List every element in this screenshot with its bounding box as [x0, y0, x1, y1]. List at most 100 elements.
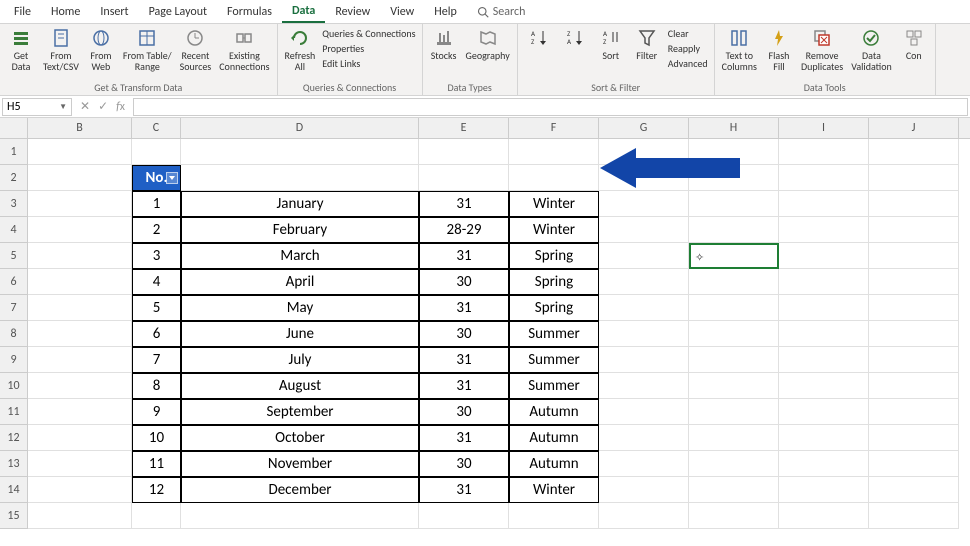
ribbon-btn-text-to-columns[interactable]: Text toColumns — [719, 26, 760, 74]
row-header-6[interactable]: 6 — [0, 269, 27, 295]
col-header-H[interactable]: H — [689, 118, 779, 138]
cell-I8[interactable] — [779, 321, 869, 347]
cell-J11[interactable] — [869, 399, 959, 425]
menu-formulas[interactable]: Formulas — [217, 2, 282, 22]
cancel-icon[interactable]: ✕ — [80, 99, 90, 114]
table-cell[interactable]: 10 — [132, 425, 181, 451]
table-cell[interactable]: 3 — [132, 243, 181, 269]
cell-D1[interactable] — [181, 139, 419, 165]
ribbon-mini-clear[interactable]: Clear — [666, 26, 710, 41]
table-cell[interactable]: January — [181, 191, 419, 217]
cell-H13[interactable] — [689, 451, 779, 477]
cell-I7[interactable] — [779, 295, 869, 321]
cell-J5[interactable] — [869, 243, 959, 269]
cell-B2[interactable] — [28, 165, 132, 191]
cell-I12[interactable] — [779, 425, 869, 451]
row-header-13[interactable]: 13 — [0, 451, 27, 477]
cell-G14[interactable] — [599, 477, 689, 503]
fx-icon[interactable]: fx — [116, 100, 125, 114]
filter-dropdown-icon[interactable] — [166, 172, 178, 184]
cell-H14[interactable] — [689, 477, 779, 503]
ribbon-btn-sort-za[interactable]: ZA — [558, 26, 592, 52]
menu-page-layout[interactable]: Page Layout — [139, 2, 217, 22]
table-cell[interactable]: 11 — [132, 451, 181, 477]
ribbon-btn-geography[interactable]: Geography — [463, 26, 513, 63]
table-cell[interactable]: July — [181, 347, 419, 373]
cell-G5[interactable] — [599, 243, 689, 269]
ribbon-btn-sort[interactable]: AZSort — [594, 26, 628, 63]
table-cell[interactable]: December — [181, 477, 419, 503]
table-cell[interactable]: October — [181, 425, 419, 451]
table-cell[interactable]: Summer — [509, 321, 599, 347]
cell-J2[interactable] — [869, 165, 959, 191]
table-cell[interactable]: Winter — [509, 217, 599, 243]
cell-H7[interactable] — [689, 295, 779, 321]
cell-B13[interactable] — [28, 451, 132, 477]
table-cell[interactable]: 31 — [419, 347, 509, 373]
table-cell[interactable]: May — [181, 295, 419, 321]
cell-I4[interactable] — [779, 217, 869, 243]
table-cell[interactable]: February — [181, 217, 419, 243]
search-box[interactable]: Search — [477, 5, 526, 19]
col-header-F[interactable]: F — [509, 118, 599, 138]
menu-view[interactable]: View — [380, 2, 424, 22]
ribbon-mini-queries-connections[interactable]: Queries & Connections — [320, 26, 417, 41]
cell-I14[interactable] — [779, 477, 869, 503]
ribbon-btn-data-validation[interactable]: DataValidation — [848, 26, 895, 74]
cell-G6[interactable] — [599, 269, 689, 295]
cell-J1[interactable] — [869, 139, 959, 165]
row-header-3[interactable]: 3 — [0, 191, 27, 217]
ribbon-btn-from-web[interactable]: FromWeb — [84, 26, 118, 74]
col-header-J[interactable]: J — [869, 118, 959, 138]
table-cell[interactable]: 31 — [419, 373, 509, 399]
ribbon-btn-filter[interactable]: Filter — [630, 26, 664, 63]
table-cell[interactable]: Spring — [509, 295, 599, 321]
cell-J6[interactable] — [869, 269, 959, 295]
table-cell[interactable]: November — [181, 451, 419, 477]
table-cell[interactable]: Winter — [509, 191, 599, 217]
table-cell[interactable]: 8 — [132, 373, 181, 399]
table-cell[interactable]: 31 — [419, 425, 509, 451]
ribbon-btn-refresh-all[interactable]: RefreshAll — [282, 26, 319, 74]
table-cell[interactable]: June — [181, 321, 419, 347]
cell-I3[interactable] — [779, 191, 869, 217]
col-header-D[interactable]: D — [181, 118, 419, 138]
cell-B14[interactable] — [28, 477, 132, 503]
cell-G10[interactable] — [599, 373, 689, 399]
ribbon-btn-sort-az[interactable]: AZ — [522, 26, 556, 52]
row-header-14[interactable]: 14 — [0, 477, 27, 503]
table-header-no[interactable]: No. — [132, 165, 181, 191]
cell-F2[interactable] — [509, 165, 599, 191]
cell-B7[interactable] — [28, 295, 132, 321]
cell-H8[interactable] — [689, 321, 779, 347]
table-cell[interactable]: 28-29 — [419, 217, 509, 243]
row-header-10[interactable]: 10 — [0, 373, 27, 399]
ribbon-mini-advanced[interactable]: Advanced — [666, 56, 710, 71]
cell-G7[interactable] — [599, 295, 689, 321]
menu-review[interactable]: Review — [325, 2, 380, 22]
cell-J8[interactable] — [869, 321, 959, 347]
cell-H12[interactable] — [689, 425, 779, 451]
cell-H3[interactable] — [689, 191, 779, 217]
row-header-7[interactable]: 7 — [0, 295, 27, 321]
cell-B8[interactable] — [28, 321, 132, 347]
table-cell[interactable]: Autumn — [509, 399, 599, 425]
table-cell[interactable]: Summer — [509, 347, 599, 373]
cell-B12[interactable] — [28, 425, 132, 451]
cell-G4[interactable] — [599, 217, 689, 243]
cell-I13[interactable] — [779, 451, 869, 477]
cell-B3[interactable] — [28, 191, 132, 217]
cell-E15[interactable] — [419, 503, 509, 529]
table-cell[interactable]: 2 — [132, 217, 181, 243]
row-header-8[interactable]: 8 — [0, 321, 27, 347]
ribbon-mini-properties[interactable]: Properties — [320, 41, 417, 56]
cell-H11[interactable] — [689, 399, 779, 425]
cell-G8[interactable] — [599, 321, 689, 347]
cell-E2[interactable] — [419, 165, 509, 191]
cell-G13[interactable] — [599, 451, 689, 477]
cell-B6[interactable] — [28, 269, 132, 295]
ribbon-mini-reapply[interactable]: Reapply — [666, 41, 710, 56]
cell-I11[interactable] — [779, 399, 869, 425]
cell-J4[interactable] — [869, 217, 959, 243]
table-cell[interactable]: Summer — [509, 373, 599, 399]
